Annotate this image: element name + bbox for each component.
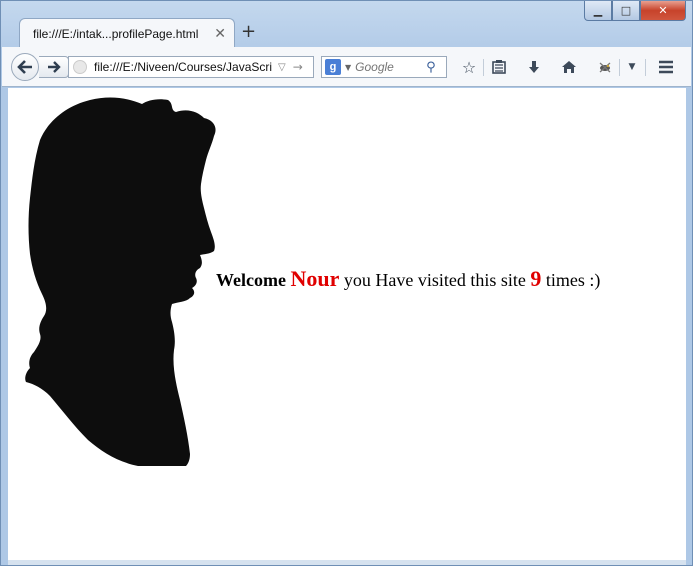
page-content: Welcome Nour you Have visited this site …: [8, 88, 686, 560]
window-bottom-border: [8, 560, 686, 565]
welcome-label: Welcome: [216, 270, 286, 290]
engine-dropdown-icon[interactable]: ▼: [345, 63, 351, 72]
visit-text: you Have visited this site: [343, 270, 526, 290]
browser-window: file:///E:/intak...profilePage.html ✕ + …: [0, 0, 693, 566]
bookmark-star-icon[interactable]: ☆: [458, 57, 480, 77]
menu-dropdown-icon[interactable]: ▼: [621, 57, 643, 77]
user-name: Nour: [290, 266, 340, 291]
welcome-message: Welcome Nour you Have visited this site …: [216, 266, 600, 292]
search-icon[interactable]: ⚲: [426, 60, 436, 75]
minimize-icon[interactable]: ▁: [584, 1, 612, 21]
title-bar: file:///E:/intak...profilePage.html ✕ + …: [1, 1, 692, 48]
forward-button[interactable]: [39, 56, 69, 78]
toolbar-separator: [483, 59, 484, 76]
window-controls: ▁ □ ✕: [584, 1, 686, 21]
tab-title: file:///E:/intak...profilePage.html: [33, 26, 199, 41]
url-text[interactable]: file:///E:/Niveen/Courses/JavaScri: [94, 60, 274, 74]
hamburger-menu-icon[interactable]: [655, 57, 677, 77]
toolbar-separator: [619, 59, 620, 76]
globe-icon: [73, 60, 87, 74]
maximize-icon[interactable]: □: [612, 1, 640, 21]
back-button[interactable]: [11, 53, 39, 81]
search-bar[interactable]: g ▼ ⚲: [321, 56, 447, 78]
reading-list-icon[interactable]: [488, 57, 510, 77]
search-engine-icon[interactable]: g: [325, 59, 341, 75]
back-icon: [17, 60, 32, 74]
visit-suffix: times :): [545, 270, 601, 290]
forward-icon: [47, 61, 61, 73]
url-history-dropdown-icon[interactable]: ▽: [278, 62, 286, 73]
close-window-icon[interactable]: ✕: [640, 1, 686, 21]
visit-count: 9: [530, 266, 542, 291]
address-bar[interactable]: file:///E:/Niveen/Courses/JavaScri ▽ →: [68, 56, 314, 78]
profile-silhouette-image: [25, 97, 216, 466]
home-icon[interactable]: [558, 57, 580, 77]
search-input[interactable]: [355, 60, 424, 74]
toolbar-separator: [645, 59, 646, 76]
tab-profile-page[interactable]: file:///E:/intak...profilePage.html ✕: [19, 18, 235, 48]
tab-close-icon[interactable]: ✕: [214, 26, 226, 42]
downloads-icon[interactable]: [523, 57, 545, 77]
addon-icon[interactable]: [594, 57, 616, 77]
new-tab-icon[interactable]: +: [241, 21, 256, 42]
go-arrow-icon[interactable]: →: [293, 60, 303, 74]
navigation-toolbar: file:///E:/Niveen/Courses/JavaScri ▽ → g…: [2, 47, 691, 87]
